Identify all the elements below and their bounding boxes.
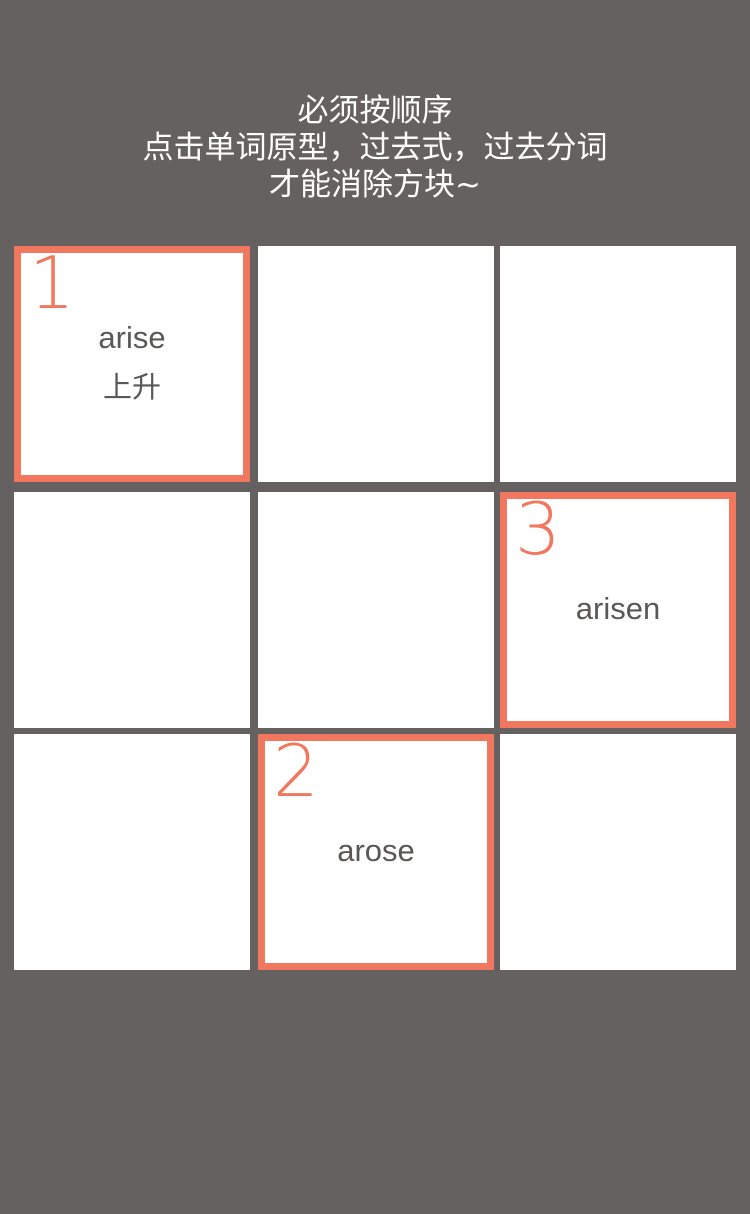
game-board: 1 arise 上升 3 arisen 2 arose bbox=[14, 246, 736, 970]
tile-order-number: 3 bbox=[515, 487, 561, 571]
tile-word: arisen bbox=[575, 591, 661, 626]
instruction-line-3: 才能消除方块~ bbox=[269, 167, 481, 203]
instruction-line-1: 必须按顺序 bbox=[297, 93, 453, 129]
tile-1[interactable]: 1 arise 上升 bbox=[14, 246, 250, 482]
tile-order-number: 2 bbox=[273, 729, 319, 813]
tile-word: arose bbox=[337, 833, 415, 868]
tile-7[interactable] bbox=[14, 734, 250, 970]
tile-word: arise bbox=[98, 320, 166, 355]
tile-8[interactable]: 2 arose bbox=[258, 734, 494, 970]
tile-6[interactable]: 3 arisen bbox=[500, 492, 736, 728]
tile-order-number: 1 bbox=[29, 241, 75, 325]
instruction-line-2: 点击单词原型，过去式，过去分词 bbox=[142, 130, 608, 166]
instructions: 必须按顺序 点击单词原型，过去式，过去分词 才能消除方块~ bbox=[0, 93, 750, 204]
tile-meaning: 上升 bbox=[102, 370, 161, 404]
tile-3[interactable] bbox=[500, 246, 736, 482]
tile-5[interactable] bbox=[258, 492, 494, 728]
tile-2[interactable] bbox=[258, 246, 494, 482]
tile-4[interactable] bbox=[14, 492, 250, 728]
tile-9[interactable] bbox=[500, 734, 736, 970]
